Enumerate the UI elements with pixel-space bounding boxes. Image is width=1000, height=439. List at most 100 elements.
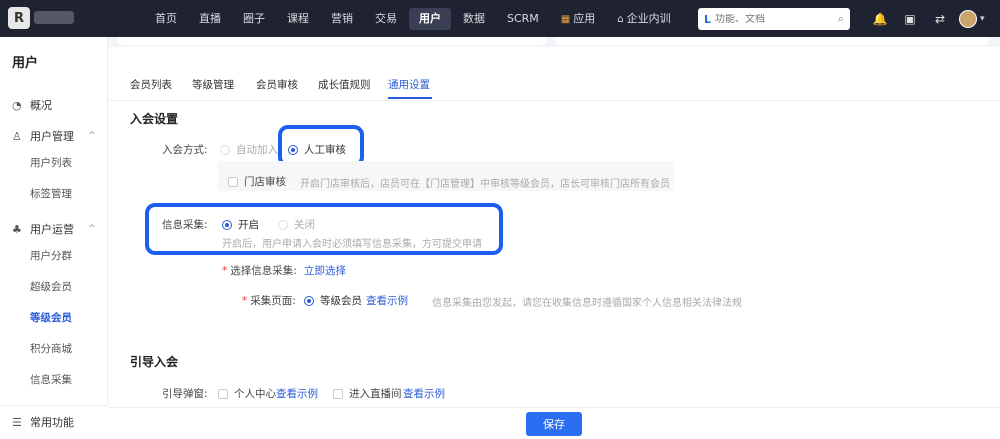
sidebar-footer: ☰ 常用功能 bbox=[0, 405, 108, 439]
sidebar-item-user-operations[interactable]: ♣ 用户运营 ^ bbox=[12, 221, 96, 237]
main-content: 会员列表 等级管理 会员审核 成长值规则 通用设置 入会设置 入会方式: 自动加… bbox=[108, 37, 1000, 439]
nav-data[interactable]: 数据 bbox=[453, 8, 495, 30]
nav-home[interactable]: 首页 bbox=[145, 8, 187, 30]
nav-live[interactable]: 直播 bbox=[189, 8, 231, 30]
nav-course[interactable]: 课程 bbox=[277, 8, 319, 30]
sidebar-item-points-mall[interactable]: 积分商城 bbox=[30, 341, 72, 356]
active-tab-indicator bbox=[388, 97, 432, 99]
operations-icon: ♣ bbox=[12, 222, 22, 236]
tab-growth-rules[interactable]: 成长值规则 bbox=[318, 77, 371, 92]
join-mode-label: 入会方式: bbox=[162, 144, 208, 156]
collect-page-label: * 采集页面: bbox=[242, 293, 296, 308]
app-logo[interactable]: R bbox=[8, 7, 30, 29]
nav-label: 交易 bbox=[375, 11, 397, 25]
nav-label: 用户 bbox=[419, 11, 441, 25]
radio-label: 等级会员 bbox=[320, 295, 362, 307]
save-button[interactable]: 保存 bbox=[526, 412, 582, 436]
nav-marketing[interactable]: 营销 bbox=[321, 8, 363, 30]
checkbox-label: 门店审核 bbox=[244, 176, 286, 188]
search-box[interactable]: L ⌕ bbox=[698, 8, 850, 30]
main-nav: 首页 直播 圈子 课程 营销 交易 用户 数据 SCRM ▦ 应用 ⌂ 企业内训 bbox=[145, 0, 683, 37]
sidebar-item-label: 常用功能 bbox=[30, 416, 74, 429]
tab-member-review[interactable]: 会员审核 bbox=[256, 77, 298, 92]
nav-trade[interactable]: 交易 bbox=[365, 8, 407, 30]
sidebar-item-user-management[interactable]: ♙ 用户管理 ^ bbox=[12, 128, 96, 144]
chevron-down-icon[interactable]: ▾ bbox=[980, 14, 985, 24]
select-info-label: * 选择信息采集: bbox=[222, 263, 297, 278]
section-title-guide: 引导入会 bbox=[130, 355, 179, 369]
nav-label: 企业内训 bbox=[626, 11, 671, 25]
sidebar-item-overview[interactable]: ◔ 概况 bbox=[12, 97, 52, 113]
tab-general-settings[interactable]: 通用设置 bbox=[388, 77, 430, 92]
sidebar-item-common-functions[interactable]: ☰ 常用功能 bbox=[12, 414, 74, 430]
sidebar-item-info-collection[interactable]: 信息采集 bbox=[30, 372, 72, 387]
view-example-link[interactable]: 查看示例 bbox=[366, 293, 408, 308]
shop-name-blurred bbox=[34, 11, 74, 24]
nav-label: 营销 bbox=[331, 11, 353, 25]
checkbox-square bbox=[218, 388, 228, 399]
guide-popup-label: 引导弹窗: bbox=[162, 388, 208, 400]
sidebar-item-tag-management[interactable]: 标签管理 bbox=[30, 186, 72, 201]
radio-circle-selected bbox=[304, 295, 314, 306]
switch-icon[interactable]: ⇄ bbox=[925, 12, 955, 26]
sidebar-item-level-member[interactable]: 等级会员 bbox=[30, 310, 72, 325]
apps-grid-icon: ▦ bbox=[560, 13, 571, 25]
tab-level-management[interactable]: 等级管理 bbox=[192, 77, 234, 92]
nav-label: 课程 bbox=[287, 11, 309, 25]
chevron-up-icon: ^ bbox=[88, 131, 96, 141]
brand-l-icon: L bbox=[704, 12, 712, 26]
house-icon: ⌂ bbox=[617, 13, 624, 25]
sidebar-item-label: 概况 bbox=[30, 99, 52, 112]
label-text: 采集页面: bbox=[250, 295, 296, 307]
tab-bar: 会员列表 等级管理 会员审核 成长值规则 通用设置 bbox=[108, 73, 1000, 101]
pie-chart-icon: ◔ bbox=[12, 98, 22, 112]
bottom-action-bar: 保存 bbox=[108, 407, 1000, 439]
chevron-up-icon: ^ bbox=[88, 224, 96, 234]
nav-apps[interactable]: ▦ 应用 bbox=[551, 8, 605, 30]
checkbox-personal-center[interactable]: 个人中心 bbox=[218, 386, 276, 401]
checkbox-store-review[interactable]: 门店审核 bbox=[228, 174, 286, 189]
checkbox-square bbox=[333, 388, 343, 399]
top-tools: 🔔 ▣ ⇄ ▾ bbox=[865, 0, 985, 37]
checkbox-enter-live-room[interactable]: 进入直播间 bbox=[333, 386, 402, 401]
user-icon: ♙ bbox=[12, 129, 22, 143]
nav-users[interactable]: 用户 bbox=[409, 7, 451, 30]
search-input[interactable] bbox=[715, 13, 826, 25]
nav-scrm[interactable]: SCRM bbox=[497, 8, 549, 30]
nav-label: 数据 bbox=[463, 11, 485, 25]
view-example-link[interactable]: 查看示例 bbox=[276, 386, 318, 401]
checkbox-label: 进入直播间 bbox=[349, 388, 402, 400]
radio-label: 自动加入 bbox=[236, 144, 278, 156]
nav-enterprise-training[interactable]: ⌂ 企业内训 bbox=[607, 8, 680, 30]
sidebar-item-super-member[interactable]: 超级会员 bbox=[30, 279, 72, 294]
nav-circle[interactable]: 圈子 bbox=[233, 8, 275, 30]
nav-label: 圈子 bbox=[243, 11, 265, 25]
menu-list-icon: ☰ bbox=[12, 415, 22, 429]
store-icon[interactable]: ▣ bbox=[895, 12, 925, 26]
highlight-box bbox=[145, 203, 503, 255]
view-example-link[interactable]: 查看示例 bbox=[403, 386, 445, 401]
sidebar-item-user-list[interactable]: 用户列表 bbox=[30, 155, 72, 170]
sidebar-title: 用户 bbox=[12, 56, 39, 71]
radio-auto-join[interactable]: 自动加入 bbox=[220, 142, 278, 157]
section-title-join-settings: 入会设置 bbox=[130, 112, 179, 126]
sidebar-item-label: 用户运营 bbox=[30, 223, 74, 236]
nav-label: 直播 bbox=[199, 11, 221, 25]
store-review-hint: 开启门店审核后，店员可在【门店管理】中审核等级会员，店长可审核门店所有会员 bbox=[300, 179, 670, 190]
notification-bell-icon[interactable]: 🔔 bbox=[865, 12, 895, 26]
avatar[interactable] bbox=[959, 9, 977, 28]
required-asterisk: * bbox=[222, 265, 228, 277]
radio-level-member-page[interactable]: 等级会员 bbox=[304, 293, 362, 308]
search-icon[interactable]: ⌕ bbox=[838, 12, 844, 26]
collect-page-hint: 信息采集由您发起，请您在收集信息时遵循国家个人信息相关法律法规 bbox=[432, 298, 742, 309]
select-now-link[interactable]: 立即选择 bbox=[304, 263, 346, 278]
top-navigation-bar: R 首页 直播 圈子 课程 营销 交易 用户 数据 SCRM ▦ 应用 ⌂ 企业内训… bbox=[0, 0, 1000, 37]
label-text: 选择信息采集: bbox=[230, 265, 297, 277]
required-asterisk: * bbox=[242, 295, 248, 307]
checkbox-label: 个人中心 bbox=[234, 388, 276, 400]
sidebar-item-user-segments[interactable]: 用户分群 bbox=[30, 248, 72, 263]
nav-label: SCRM bbox=[507, 11, 539, 25]
tab-member-list[interactable]: 会员列表 bbox=[130, 77, 172, 92]
card-bottom-edge bbox=[118, 37, 546, 45]
radio-circle bbox=[220, 144, 230, 155]
